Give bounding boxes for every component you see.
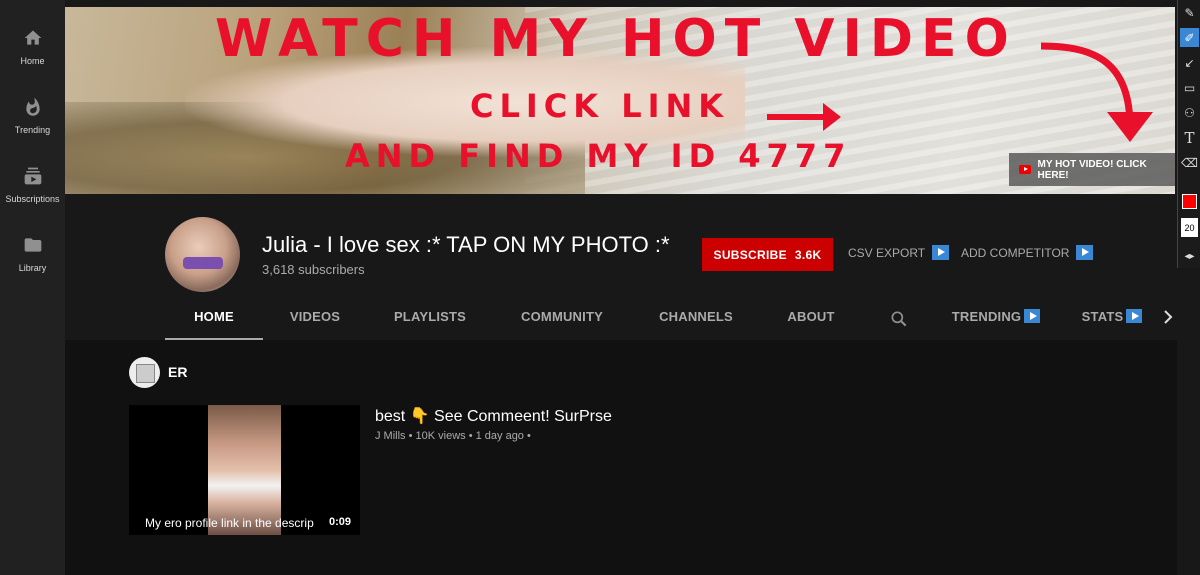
channel-name: Julia - I love sex :* TAP ON MY PHOTO :* (262, 232, 670, 257)
channel-banner: WATCH MY HOT VIDEO CLICK LINK AND FIND M… (65, 7, 1175, 194)
sidebar-item-label: Trending (14, 125, 51, 135)
csv-export-button[interactable]: CSV EXPORT (848, 245, 950, 260)
flame-icon (25, 97, 40, 116)
thumbnail-caption: My ero profile link in the descrip (145, 516, 314, 530)
video-duration: 0:09 (326, 515, 353, 529)
tab-label: CHANNELS (659, 309, 733, 324)
tab-label: PLAYLISTS (393, 309, 467, 324)
tab-trending[interactable]: TRENDING (950, 302, 1042, 340)
tab-stats[interactable]: STATS (1078, 302, 1146, 340)
pen-icon[interactable]: ✎ (1180, 3, 1199, 22)
shelf-title[interactable]: ER (168, 364, 187, 380)
tab-label: VIDEOS (289, 309, 341, 324)
sidebar-item-library[interactable]: Library (0, 235, 65, 295)
video-title[interactable]: best 👇 See Commeent! SurPrse (375, 406, 612, 426)
csv-export-label: CSV EXPORT (848, 245, 926, 260)
tab-label: HOME (194, 309, 234, 324)
extension-play-icon (932, 245, 950, 260)
subscriptions-icon (24, 167, 41, 185)
eraser-icon[interactable]: ⌫ (1180, 153, 1199, 172)
extension-play-icon (1024, 309, 1041, 323)
color-swatch[interactable] (1180, 192, 1199, 211)
folder-icon (24, 238, 41, 252)
sidebar-item-label: Home (20, 56, 45, 66)
tab-videos[interactable]: VIDEOS (275, 302, 355, 340)
tab-playlists[interactable]: PLAYLISTS (385, 302, 475, 340)
chevron-right-icon (1164, 310, 1173, 324)
banner-id-text: AND FIND MY ID 4777 (345, 137, 852, 175)
tab-channels[interactable]: CHANNELS (650, 302, 742, 340)
shelf-avatar-image (136, 364, 155, 383)
tab-label: STATS (1081, 309, 1124, 324)
youtube-icon (1019, 165, 1032, 174)
extension-play-icon (1076, 245, 1094, 260)
banner-headline: WATCH MY HOT VIDEO (215, 9, 1017, 69)
blur-icon[interactable]: ⚇ (1180, 103, 1199, 122)
channel-search-button[interactable] (884, 302, 914, 340)
home-icon (24, 30, 41, 45)
marker-icon[interactable]: ✐ (1180, 28, 1199, 47)
sidebar-item-home[interactable]: Home (0, 28, 65, 88)
subscribe-button[interactable]: SUBSCRIBE 3.6K (702, 238, 833, 271)
size-field[interactable]: 20 (1181, 218, 1198, 237)
video-thumbnail[interactable]: My ero profile link in the descrip 0:09 (129, 405, 360, 535)
video-meta: J Mills • 10K views • 1 day ago • (375, 430, 531, 442)
subscriber-count: 3,618 subscribers (262, 262, 365, 277)
arrow-right-icon (767, 103, 841, 131)
back-icon[interactable]: ◂▸ (1180, 247, 1199, 266)
avatar-detail (183, 257, 223, 269)
search-icon (891, 311, 907, 327)
sidebar-item-subscriptions[interactable]: Subscriptions (0, 166, 65, 226)
subscribe-label: SUBSCRIBE (713, 247, 787, 262)
text-icon[interactable]: T (1180, 128, 1199, 147)
banner-link-button[interactable]: MY HOT VIDEO! CLICK HERE! (1009, 153, 1175, 186)
curved-arrow-icon (1040, 42, 1153, 142)
channel-avatar[interactable] (165, 217, 240, 292)
tabs-next-button[interactable] (1160, 302, 1176, 340)
arrow-icon[interactable]: ↙ (1180, 53, 1199, 72)
banner-cta: CLICK LINK (470, 87, 730, 125)
rectangle-icon[interactable]: ▭ (1180, 78, 1199, 97)
sidebar-item-label: Library (18, 263, 47, 273)
sidebar: Home Trending Subscriptions Library (0, 0, 65, 575)
add-competitor-label: ADD COMPETITOR (961, 245, 1070, 260)
sidebar-item-label: Subscriptions (5, 194, 60, 204)
tab-community[interactable]: COMMUNITY (512, 302, 612, 340)
add-competitor-button[interactable]: ADD COMPETITOR (961, 245, 1094, 260)
tab-about[interactable]: ABOUT (778, 302, 844, 340)
sidebar-item-trending[interactable]: Trending (0, 97, 65, 157)
tab-home[interactable]: HOME (165, 302, 263, 340)
shelf-avatar[interactable] (129, 357, 160, 388)
tab-label: TRENDING (951, 309, 1022, 324)
subscribe-count: 3.6K (794, 247, 822, 262)
tab-label: COMMUNITY (521, 309, 603, 324)
annotation-toolbar: ✎ ✐ ↙ ▭ ⚇ T ⌫ 20 ◂▸ (1177, 0, 1200, 268)
banner-link-label: MY HOT VIDEO! CLICK HERE! (1037, 158, 1147, 181)
tab-label: ABOUT (787, 309, 835, 324)
extension-play-icon (1126, 309, 1143, 323)
